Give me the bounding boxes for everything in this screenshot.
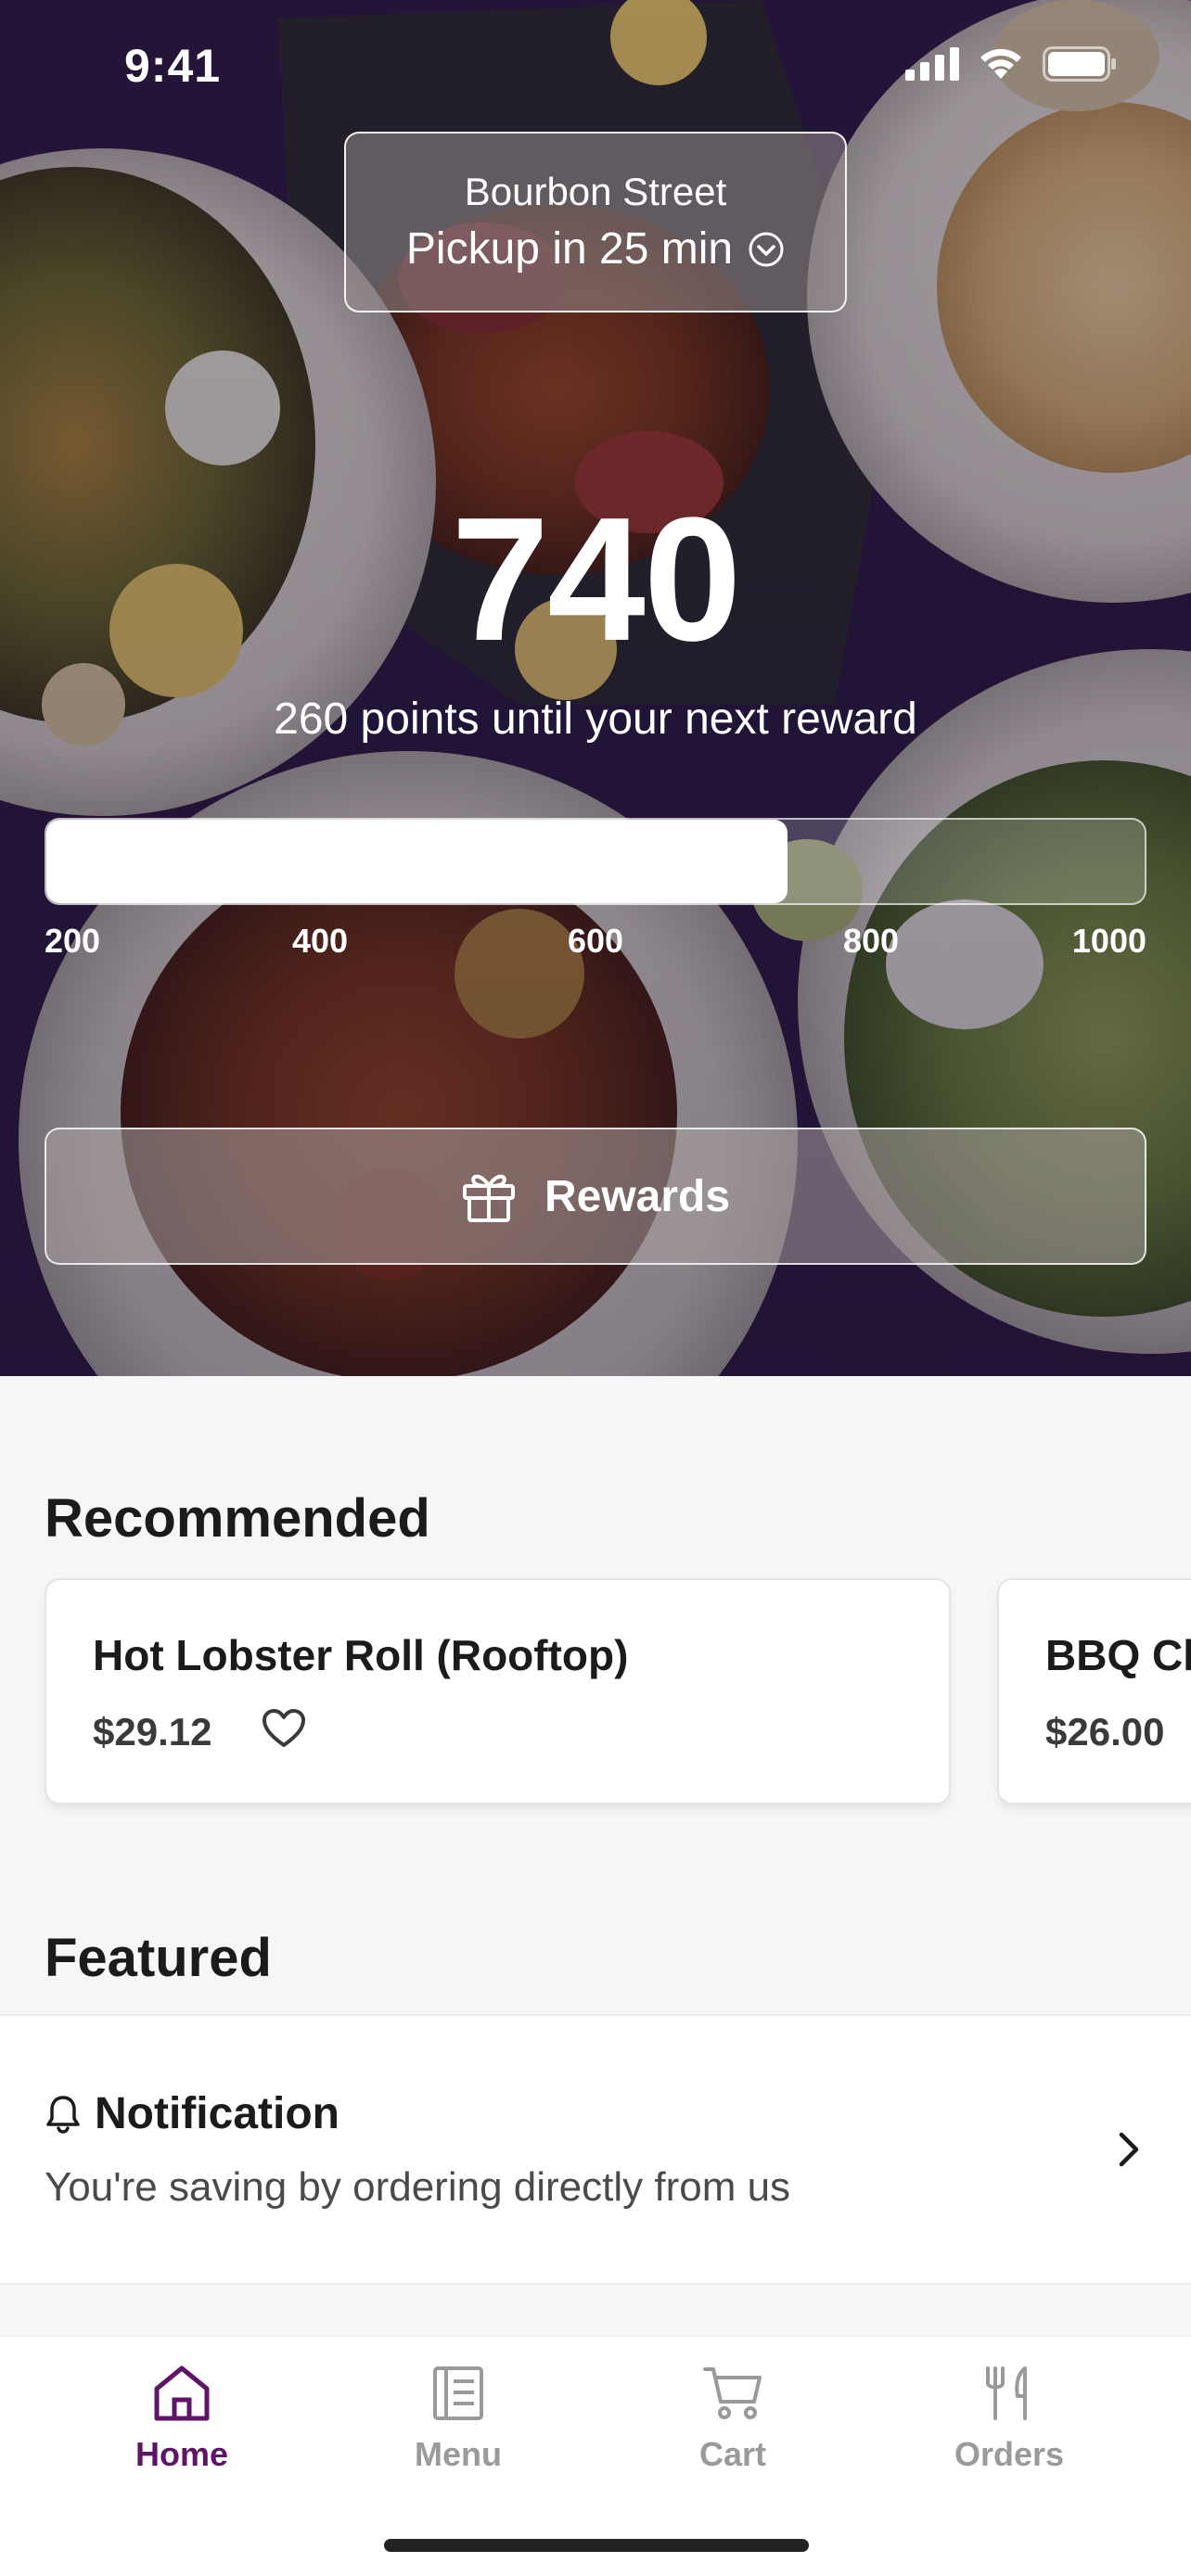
- rewards-button-label: Rewards: [544, 1171, 731, 1221]
- points-until-reward: 260 points until your next reward: [274, 695, 917, 744]
- hero-banner: 9:41 Bourbon Street Pickup in 25 min 740…: [0, 0, 1191, 1376]
- featured-heading: Featured: [45, 1928, 272, 1988]
- recommended-item-card[interactable]: Hot Lobster Roll (Rooftop) $29.12: [45, 1578, 951, 1804]
- tab-orders-label: Orders: [954, 2435, 1065, 2473]
- rewards-progress-fill: [46, 820, 788, 903]
- tab-orders[interactable]: Orders: [907, 2365, 1111, 2522]
- item-name: BBQ Ch: [1045, 1631, 1191, 1679]
- progress-tick-label: 800: [842, 922, 900, 960]
- home-indicator: [384, 2539, 809, 2552]
- pickup-time: Pickup in 25 min: [405, 224, 734, 274]
- cart-icon: [703, 2367, 762, 2419]
- progress-tick-label: 400: [291, 922, 349, 960]
- recommended-heading: Recommended: [45, 1488, 430, 1549]
- battery-icon: [1043, 46, 1116, 82]
- progress-tick-label: 1000: [1071, 922, 1146, 960]
- tab-home[interactable]: Home: [80, 2365, 284, 2522]
- chevron-right-icon: [1119, 2132, 1139, 2167]
- notification-row[interactable]: Notification You're saving by ordering d…: [0, 2014, 1191, 2285]
- notification-body: You're saving by ordering directly from …: [45, 2164, 791, 2210]
- item-name: Hot Lobster Roll (Rooftop): [93, 1631, 629, 1679]
- pickup-time-row: Pickup in 25 min: [406, 223, 785, 274]
- progress-tick-label: 200: [45, 922, 101, 960]
- tab-home-label: Home: [134, 2435, 229, 2473]
- item-price: $26.00: [1045, 1710, 1165, 1753]
- progress-tick-label: 600: [567, 922, 624, 960]
- status-time: 9:41: [124, 40, 222, 92]
- wifi-icon: [980, 48, 1021, 79]
- recommended-item-card[interactable]: BBQ Ch $26.00: [997, 1578, 1191, 1804]
- tab-menu[interactable]: Menu: [356, 2365, 560, 2522]
- location-selector[interactable]: Bourbon Street Pickup in 25 min: [344, 132, 847, 312]
- progress-scale-labels: 200 400 600 800 1000: [45, 922, 1146, 968]
- location-name: Bourbon Street: [464, 170, 727, 213]
- notification-header: Notification: [45, 2088, 339, 2139]
- notification-title: Notification: [95, 2089, 339, 2138]
- home-icon: [154, 2366, 210, 2421]
- bell-icon: [46, 2095, 80, 2134]
- rewards-progress-bar: [45, 818, 1146, 905]
- status-bar: 9:41: [0, 0, 1191, 130]
- rewards-button[interactable]: Rewards: [45, 1128, 1146, 1265]
- cellular-signal-icon: [905, 47, 959, 81]
- favorite-heart-icon[interactable]: [262, 1708, 306, 1749]
- status-icons: [905, 46, 1117, 82]
- tab-cart-label: Cart: [698, 2435, 767, 2473]
- tab-menu-label: Menu: [415, 2435, 502, 2473]
- gift-icon: [462, 1174, 515, 1222]
- tab-cart[interactable]: Cart: [631, 2365, 835, 2522]
- points-balance: 740: [451, 481, 741, 678]
- chevron-down-circle-icon: [749, 232, 784, 266]
- menu-icon: [433, 2366, 483, 2420]
- item-price: $29.12: [93, 1710, 212, 1753]
- orders-icon: [986, 2366, 1027, 2420]
